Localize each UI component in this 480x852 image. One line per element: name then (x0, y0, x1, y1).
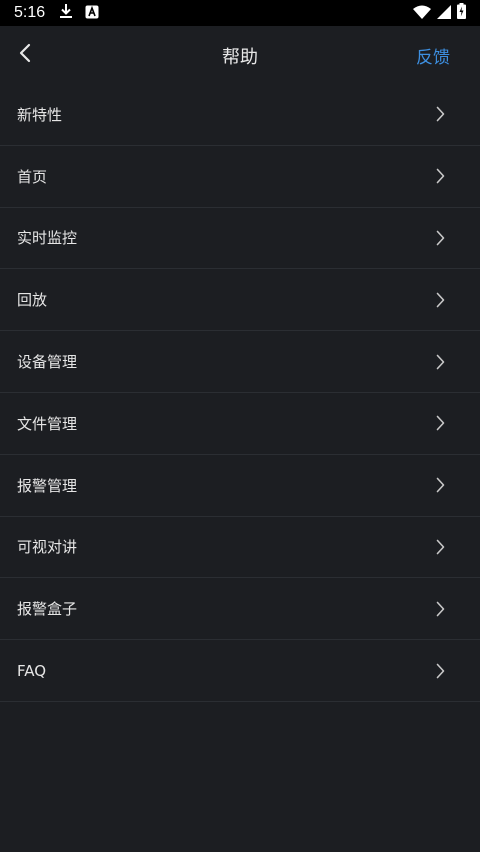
menu-item-label: 文件管理 (17, 414, 78, 433)
signal-icon (437, 4, 451, 23)
chevron-right-icon (436, 601, 445, 617)
menu-item-file-management[interactable]: 文件管理 (0, 393, 480, 455)
status-time: 5:16 (14, 4, 46, 21)
status-left-icons (59, 3, 99, 23)
menu-item-home[interactable]: 首页 (0, 146, 480, 208)
wifi-icon (413, 4, 431, 23)
chevron-right-icon (436, 415, 445, 431)
chevron-right-icon (436, 354, 445, 370)
download-icon (59, 3, 73, 23)
menu-item-device-management[interactable]: 设备管理 (0, 331, 480, 393)
a-notification-icon (85, 4, 99, 23)
menu-item-new-features[interactable]: 新特性 (0, 84, 480, 146)
help-menu-list: 新特性 首页 实时监控 回放 设备管理 文件管理 报警管理 可视对讲 报警盒子 … (0, 84, 480, 702)
menu-item-label: 回放 (17, 291, 48, 310)
chevron-right-icon (436, 539, 445, 555)
chevron-right-icon (436, 106, 445, 122)
menu-item-alarm-management[interactable]: 报警管理 (0, 455, 480, 517)
menu-item-label: 首页 (17, 167, 48, 186)
chevron-right-icon (436, 168, 445, 184)
menu-item-playback[interactable]: 回放 (0, 269, 480, 332)
menu-item-label: 报警管理 (17, 476, 78, 495)
chevron-right-icon (436, 292, 445, 308)
menu-item-label: 可视对讲 (17, 538, 78, 557)
chevron-right-icon (436, 230, 445, 246)
feedback-button[interactable]: 反馈 (416, 43, 450, 68)
chevron-right-icon (436, 663, 445, 679)
menu-item-alarm-box[interactable]: 报警盒子 (0, 578, 480, 641)
menu-item-label: 实时监控 (17, 229, 78, 248)
battery-charging-icon (457, 3, 466, 23)
menu-item-label: 报警盒子 (17, 600, 78, 619)
menu-item-label: FAQ (17, 661, 47, 680)
menu-item-video-intercom[interactable]: 可视对讲 (0, 517, 480, 579)
chevron-right-icon (436, 477, 445, 493)
menu-item-label: 新特性 (17, 105, 63, 124)
header: 帮助 反馈 (0, 26, 480, 84)
menu-item-label: 设备管理 (17, 353, 78, 372)
status-bar: 5:16 (0, 0, 480, 26)
page-title: 帮助 (222, 47, 258, 68)
status-right-icons (413, 3, 466, 23)
menu-item-faq[interactable]: FAQ (0, 640, 480, 702)
menu-item-live-monitoring[interactable]: 实时监控 (0, 208, 480, 270)
